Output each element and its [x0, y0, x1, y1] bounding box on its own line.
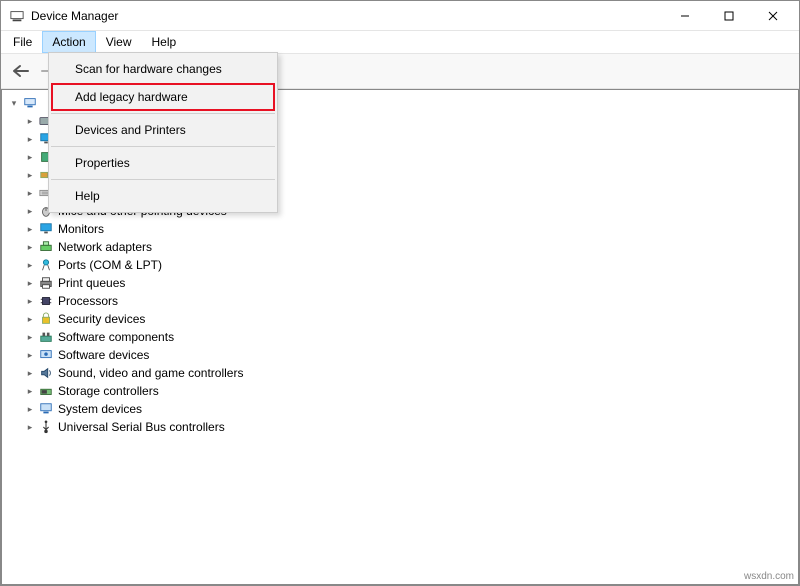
tree-node[interactable]: ▸ Network adapters	[4, 238, 796, 256]
component-icon	[38, 329, 54, 345]
chevron-right-icon: ▸	[24, 133, 36, 145]
chevron-right-icon: ▸	[24, 295, 36, 307]
tree-node-label: Sound, video and game controllers	[58, 366, 243, 380]
tree-node[interactable]: ▸ Print queues	[4, 274, 796, 292]
maximize-button[interactable]	[707, 2, 751, 30]
chevron-right-icon: ▸	[24, 205, 36, 217]
chevron-down-icon: ▾	[8, 97, 20, 109]
printer-icon	[38, 275, 54, 291]
tree-node[interactable]: ▸ System devices	[4, 400, 796, 418]
monitor-icon	[38, 221, 54, 237]
menu-view[interactable]: View	[96, 31, 142, 53]
swdevice-icon	[38, 347, 54, 363]
menu-devices-printers[interactable]: Devices and Printers	[51, 116, 275, 144]
chevron-right-icon: ▸	[24, 223, 36, 235]
chevron-right-icon: ▸	[24, 403, 36, 415]
menu-properties[interactable]: Properties	[51, 149, 275, 177]
menu-help-item[interactable]: Help	[51, 182, 275, 210]
network-icon	[38, 239, 54, 255]
titlebar: Device Manager	[1, 1, 799, 31]
tree-node-label: Print queues	[58, 276, 125, 290]
menu-scan-hardware[interactable]: Scan for hardware changes	[51, 55, 275, 83]
tree-node-label: Software devices	[58, 348, 149, 362]
chevron-right-icon: ▸	[24, 169, 36, 181]
tree-node[interactable]: ▸ Software components	[4, 328, 796, 346]
tree-node[interactable]: ▸ Storage controllers	[4, 382, 796, 400]
menu-separator	[51, 179, 275, 180]
menu-help[interactable]: Help	[142, 31, 187, 53]
cpu-icon	[38, 293, 54, 309]
chevron-right-icon: ▸	[24, 151, 36, 163]
usb-icon	[38, 419, 54, 435]
tree-node[interactable]: ▸ Ports (COM & LPT)	[4, 256, 796, 274]
back-button[interactable]	[7, 57, 35, 85]
chevron-right-icon: ▸	[24, 367, 36, 379]
computer-icon	[22, 95, 38, 111]
tree-node[interactable]: ▸ Software devices	[4, 346, 796, 364]
chevron-right-icon: ▸	[24, 277, 36, 289]
tree-node-label: Universal Serial Bus controllers	[58, 420, 225, 434]
tree-node-label: Storage controllers	[58, 384, 159, 398]
tree-node-label: System devices	[58, 402, 142, 416]
menu-action[interactable]: Action	[42, 31, 95, 53]
chevron-right-icon: ▸	[24, 187, 36, 199]
tree-node[interactable]: ▸ Monitors	[4, 220, 796, 238]
chevron-right-icon: ▸	[24, 241, 36, 253]
security-icon	[38, 311, 54, 327]
chevron-right-icon: ▸	[24, 259, 36, 271]
tree-node-label: Software components	[58, 330, 174, 344]
watermark: wsxdn.com	[744, 571, 794, 582]
menu-add-legacy-hardware[interactable]: Add legacy hardware	[51, 83, 275, 111]
menubar: File Action View Help	[1, 31, 799, 53]
chevron-right-icon: ▸	[24, 421, 36, 433]
action-dropdown: Scan for hardware changes Add legacy har…	[48, 52, 278, 213]
tree-node[interactable]: ▸ Sound, video and game controllers	[4, 364, 796, 382]
menu-separator	[51, 113, 275, 114]
tree-node-label: Monitors	[58, 222, 104, 236]
close-button[interactable]	[751, 2, 795, 30]
port-icon	[38, 257, 54, 273]
menu-file[interactable]: File	[3, 31, 42, 53]
sound-icon	[38, 365, 54, 381]
tree-node[interactable]: ▸ Processors	[4, 292, 796, 310]
tree-node-label: Ports (COM & LPT)	[58, 258, 162, 272]
system-icon	[38, 401, 54, 417]
app-icon	[9, 8, 25, 24]
chevron-right-icon: ▸	[24, 115, 36, 127]
tree-node-label: Processors	[58, 294, 118, 308]
window-controls	[663, 2, 795, 30]
tree-node[interactable]: ▸ Universal Serial Bus controllers	[4, 418, 796, 436]
chevron-right-icon: ▸	[24, 313, 36, 325]
minimize-button[interactable]	[663, 2, 707, 30]
tree-node[interactable]: ▸ Security devices	[4, 310, 796, 328]
storage-icon	[38, 383, 54, 399]
window-title: Device Manager	[31, 9, 663, 23]
chevron-right-icon: ▸	[24, 331, 36, 343]
tree-node-label: Security devices	[58, 312, 145, 326]
tree-node-label: Network adapters	[58, 240, 152, 254]
chevron-right-icon: ▸	[24, 349, 36, 361]
chevron-right-icon: ▸	[24, 385, 36, 397]
menu-separator	[51, 146, 275, 147]
